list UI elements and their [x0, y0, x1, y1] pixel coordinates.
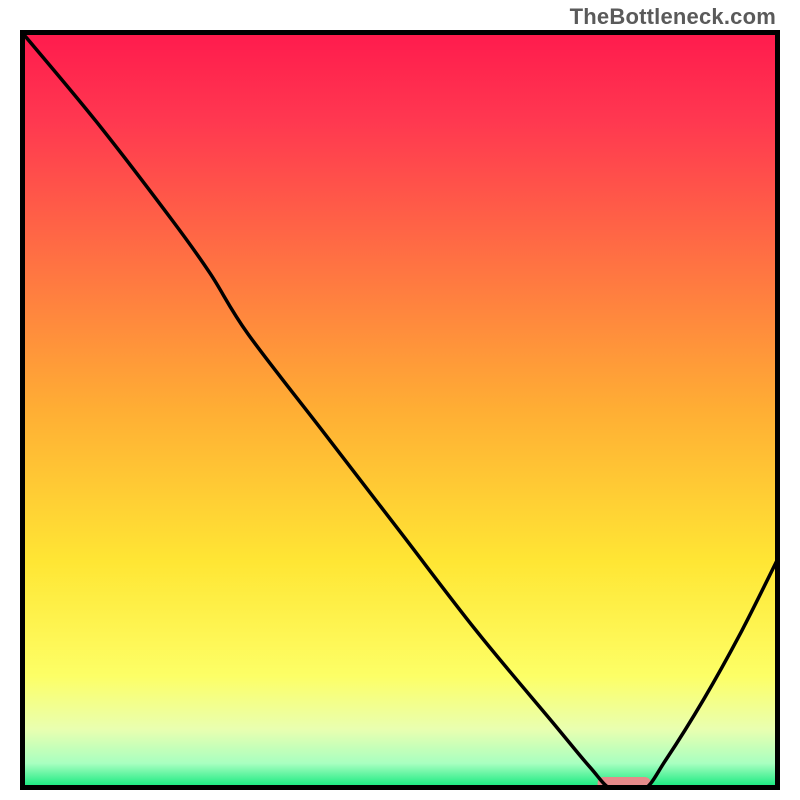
chart-background [20, 30, 780, 790]
watermark-text: TheBottleneck.com [570, 4, 776, 30]
chart-svg [20, 30, 780, 790]
chart-frame [20, 30, 780, 790]
